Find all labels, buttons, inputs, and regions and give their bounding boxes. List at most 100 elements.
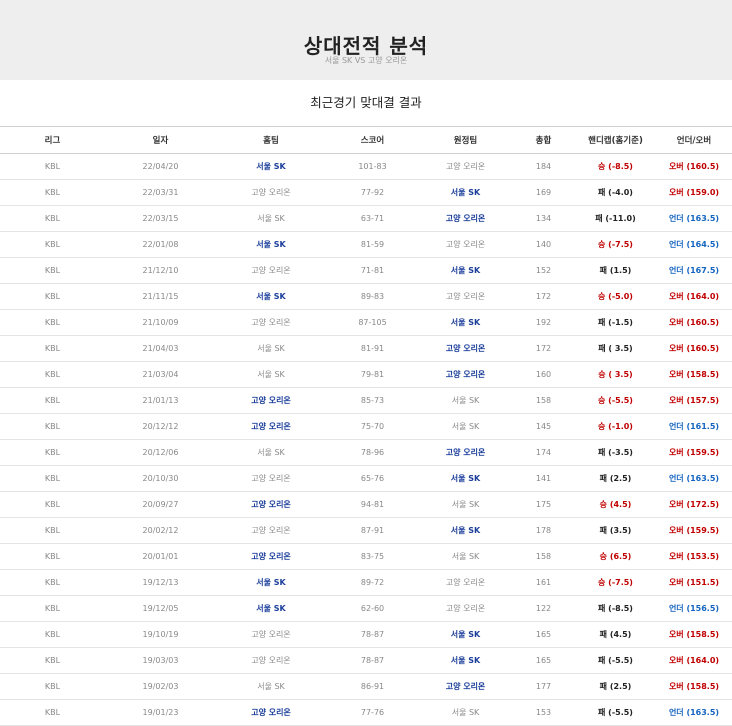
cell-total: 169: [512, 179, 575, 206]
cell-score: 63-71: [326, 205, 419, 232]
under-over-result: 언더 (163.5): [668, 214, 720, 223]
cell-total: 175: [512, 491, 575, 518]
col-handicap: 핸디캡(홈기준): [575, 126, 656, 154]
cell-under-over: 오버 (160.5): [656, 153, 732, 180]
cell-home-team: 고양 오리온: [216, 517, 326, 544]
cell-away-team: 서울 SK: [419, 543, 512, 570]
under-over-result: 오버 (157.5): [668, 396, 720, 405]
cell-score: 81-59: [326, 231, 419, 258]
table-row: KBL 20/01/01 고양 오리온 83-75 서울 SK 158 승 (6.5) 오버 …: [0, 543, 732, 570]
cell-league: KBL: [0, 361, 105, 388]
cell-total: 158: [512, 543, 575, 570]
col-home: 홈팀: [216, 126, 326, 154]
cell-date: 21/11/15: [105, 283, 216, 310]
table-row: KBL 21/10/09 고양 오리온 87-105 서울 SK 192 패 (-1.5) 오…: [0, 309, 732, 336]
cell-under-over: 언더 (167.5): [656, 257, 732, 284]
handicap-result: 패 (-5.5): [598, 708, 633, 717]
cell-score: 78-87: [326, 647, 419, 674]
cell-away-team: 서울 SK: [419, 647, 512, 674]
cell-home-team: 고양 오리온: [216, 387, 326, 414]
cell-score: 79-81: [326, 361, 419, 388]
cell-handicap: 승 (-7.5): [575, 231, 656, 258]
handicap-result: 승 (-1.0): [598, 422, 633, 431]
cell-home-team: 서울 SK: [216, 283, 326, 310]
cell-score: 62-60: [326, 595, 419, 622]
table-row: KBL 20/10/30 고양 오리온 65-76 서울 SK 141 패 (2.5) 언더 …: [0, 465, 732, 492]
cell-date: 21/12/10: [105, 257, 216, 284]
cell-total: 165: [512, 647, 575, 674]
handicap-result: 패 (2.5): [599, 474, 632, 483]
cell-handicap: 패 (-3.5): [575, 439, 656, 466]
cell-league: KBL: [0, 673, 105, 700]
cell-date: 22/01/08: [105, 231, 216, 258]
under-over-result: 언더 (167.5): [668, 266, 720, 275]
table-row: KBL 21/03/04 서울 SK 79-81 고양 오리온 160 승 ( 3.5) 오버…: [0, 361, 732, 388]
cell-date: 22/03/31: [105, 179, 216, 206]
cell-league: KBL: [0, 387, 105, 414]
table-row: KBL 22/03/15 서울 SK 63-71 고양 오리온 134 패 (-11.0) 언…: [0, 205, 732, 232]
cell-under-over: 오버 (153.5): [656, 543, 732, 570]
cell-home-team: 고양 오리온: [216, 309, 326, 336]
cell-league: KBL: [0, 647, 105, 674]
cell-handicap: 패 (3.5): [575, 517, 656, 544]
table-row: KBL 20/12/12 고양 오리온 75-70 서울 SK 145 승 (-1.0) 언더…: [0, 413, 732, 440]
cell-away-team: 고양 오리온: [419, 205, 512, 232]
cell-home-team: 고양 오리온: [216, 699, 326, 726]
cell-under-over: 언더 (164.5): [656, 231, 732, 258]
cell-under-over: 오버 (151.5): [656, 569, 732, 596]
cell-home-team: 서울 SK: [216, 231, 326, 258]
cell-total: 141: [512, 465, 575, 492]
table-row: KBL 22/01/08 서울 SK 81-59 고양 오리온 140 승 (-7.5) 언더…: [0, 231, 732, 258]
cell-date: 22/04/20: [105, 153, 216, 180]
under-over-result: 오버 (160.5): [668, 344, 720, 353]
cell-under-over: 오버 (164.0): [656, 647, 732, 674]
handicap-result: 패 (1.5): [599, 266, 632, 275]
under-over-result: 오버 (159.5): [668, 448, 720, 457]
cell-under-over: 오버 (159.0): [656, 179, 732, 206]
cell-league: KBL: [0, 205, 105, 232]
cell-under-over: 오버 (159.5): [656, 517, 732, 544]
cell-home-team: 서울 SK: [216, 335, 326, 362]
cell-home-team: 서울 SK: [216, 673, 326, 700]
handicap-result: 패 (-5.5): [598, 656, 633, 665]
cell-total: 177: [512, 673, 575, 700]
cell-under-over: 오버 (158.5): [656, 673, 732, 700]
under-over-result: 언더 (163.5): [668, 708, 720, 717]
cell-total: 184: [512, 153, 575, 180]
cell-away-team: 서울 SK: [419, 465, 512, 492]
cell-under-over: 오버 (160.5): [656, 335, 732, 362]
cell-under-over: 오버 (158.5): [656, 361, 732, 388]
table-body: KBL 22/04/20 서울 SK 101-83 고양 오리온 184 승 (-8.5) 오…: [0, 153, 732, 726]
cell-handicap: 승 (-5.0): [575, 283, 656, 310]
cell-handicap: 패 (1.5): [575, 257, 656, 284]
col-under-over: 언더/오버: [656, 126, 732, 154]
cell-away-team: 고양 오리온: [419, 569, 512, 596]
cell-league: KBL: [0, 413, 105, 440]
cell-away-team: 서울 SK: [419, 491, 512, 518]
cell-league: KBL: [0, 543, 105, 570]
cell-under-over: 오버 (158.5): [656, 621, 732, 648]
cell-date: 20/12/12: [105, 413, 216, 440]
cell-date: 21/01/13: [105, 387, 216, 414]
cell-away-team: 서울 SK: [419, 179, 512, 206]
under-over-result: 오버 (160.5): [668, 162, 720, 171]
cell-handicap: 패 ( 3.5): [575, 335, 656, 362]
cell-date: 20/09/27: [105, 491, 216, 518]
table-row: KBL 22/03/31 고양 오리온 77-92 서울 SK 169 패 (-4.0) 오버…: [0, 179, 732, 206]
cell-score: 83-75: [326, 543, 419, 570]
cell-home-team: 서울 SK: [216, 595, 326, 622]
cell-score: 87-105: [326, 309, 419, 336]
cell-home-team: 서울 SK: [216, 205, 326, 232]
under-over-result: 오버 (164.0): [668, 292, 720, 301]
cell-date: 22/03/15: [105, 205, 216, 232]
handicap-result: 패 (-8.5): [598, 604, 633, 613]
cell-handicap: 승 (4.5): [575, 491, 656, 518]
table-row: KBL 21/01/13 고양 오리온 85-73 서울 SK 158 승 (-5.5) 오버…: [0, 387, 732, 414]
cell-league: KBL: [0, 231, 105, 258]
cell-score: 85-73: [326, 387, 419, 414]
handicap-result: 승 (6.5): [599, 552, 632, 561]
cell-home-team: 서울 SK: [216, 361, 326, 388]
cell-league: KBL: [0, 179, 105, 206]
cell-date: 19/12/05: [105, 595, 216, 622]
table-row: KBL 20/02/12 고양 오리온 87-91 서울 SK 178 패 (3.5) 오버 …: [0, 517, 732, 544]
